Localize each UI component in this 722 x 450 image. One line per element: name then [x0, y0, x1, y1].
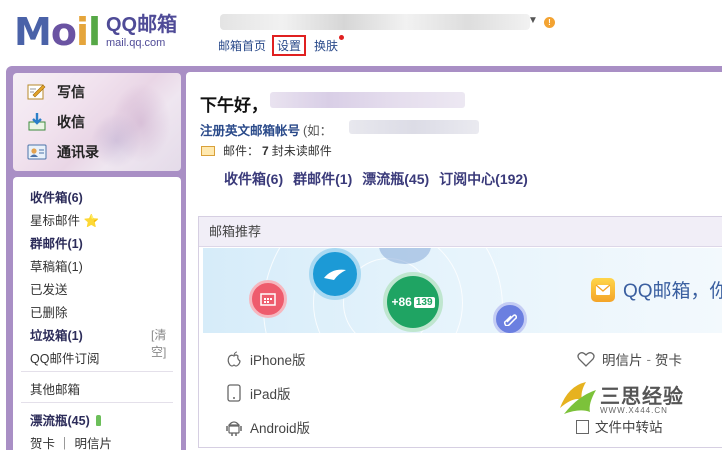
- unread-prefix: 邮件：: [223, 144, 260, 158]
- attachment-icon: [493, 302, 527, 333]
- nav-settings[interactable]: 设置: [272, 35, 307, 56]
- quick-link-inbox[interactable]: 收件箱(6): [224, 169, 283, 189]
- folder-inbox[interactable]: 收件箱(6): [30, 187, 83, 206]
- account-dropdown-icon[interactable]: ▼: [528, 15, 538, 26]
- rec-postcard-label: 明信片: [602, 353, 643, 368]
- contacts-button[interactable]: 通讯录: [27, 142, 99, 162]
- phone-number-icon: +86 139: [383, 272, 443, 332]
- folder-starred[interactable]: 星标邮件 ⭐: [30, 210, 99, 229]
- clear-spam-link[interactable]: [清空]: [151, 326, 181, 360]
- nav-mail-home[interactable]: 邮箱首页: [218, 37, 266, 54]
- sidebar-divider: [21, 371, 173, 372]
- tablet-icon: [224, 384, 244, 402]
- header: Moil QQ邮箱 mail.qq.com ▼ ! 邮箱首页 设置 换肤: [0, 0, 722, 66]
- receive-icon: [27, 112, 47, 132]
- watermark-subtitle: WWW.X444.CN: [600, 406, 668, 415]
- calendar-icon: [249, 280, 287, 318]
- receive-label: 收信: [57, 114, 85, 130]
- register-example-blurred: [349, 120, 479, 134]
- banner-number: +86: [391, 295, 412, 309]
- logo-url: mail.qq.com: [106, 37, 166, 49]
- sidebar-actions: 写信 收信 通讯录: [13, 73, 181, 171]
- mail-logo-mark: Moil: [14, 10, 101, 54]
- folder-drift-bottle[interactable]: 漂流瓶(45): [30, 410, 102, 429]
- bottle-bird-icon: [309, 248, 361, 300]
- account-name-blurred[interactable]: [220, 14, 530, 30]
- register-line: 注册英文邮箱帐号 (如：: [200, 120, 332, 139]
- folder-cards-postcards[interactable]: 贺卡 ｜ 明信片: [30, 433, 112, 450]
- heart-icon: [576, 351, 596, 367]
- folder-other-mailboxes[interactable]: 其他邮箱: [30, 379, 80, 398]
- compose-button[interactable]: 写信: [27, 82, 85, 102]
- recommend-title: 邮箱推荐: [199, 217, 722, 247]
- rec-file-transfer-label: 文件中转站: [595, 420, 663, 435]
- contacts-icon: [27, 142, 47, 162]
- site-watermark: 三思经验 WWW.X444.CN: [556, 378, 696, 420]
- banner-text: QQ邮箱，你: [623, 281, 722, 302]
- quick-link-drift-bottle[interactable]: 漂流瓶(45): [362, 169, 429, 189]
- logo-title: QQ邮箱: [106, 14, 178, 36]
- greeting: 下午好，: [200, 96, 268, 115]
- compose-label: 写信: [57, 84, 85, 100]
- unread-summary: 邮件： 7 封未读邮件: [201, 142, 332, 159]
- rec-ipad[interactable]: iPad版: [224, 383, 291, 403]
- quick-link-group-mail[interactable]: 群邮件(1): [293, 169, 352, 189]
- android-icon: [224, 418, 244, 436]
- rec-android-label: Android版: [250, 421, 311, 436]
- qq-mail-envelope-icon: [591, 278, 615, 302]
- banner-number-tail: 139: [413, 296, 435, 308]
- folder-quick-links: 收件箱(6) 群邮件(1) 漂流瓶(45) 订阅中心(192): [224, 169, 528, 189]
- recommend-banner[interactable]: +86 139 QQ邮箱，你: [203, 248, 722, 333]
- rec-android[interactable]: Android版: [224, 417, 310, 437]
- top-nav: 邮箱首页 设置 换肤: [218, 35, 346, 56]
- rec-greeting-card-label: 贺卡: [655, 353, 682, 368]
- folder-deleted[interactable]: 已删除: [30, 302, 68, 321]
- folder-spam[interactable]: 垃圾箱(1): [30, 325, 83, 344]
- qq-mail-logo[interactable]: Moil QQ邮箱 mail.qq.com: [14, 12, 177, 52]
- unread-count[interactable]: 7: [262, 144, 269, 158]
- receive-button[interactable]: 收信: [27, 112, 85, 132]
- bottle-icon: [96, 415, 102, 426]
- nav-change-skin[interactable]: 换肤: [314, 35, 345, 54]
- unread-suffix: 封未读邮件: [271, 144, 332, 158]
- file-transfer-icon: [576, 420, 589, 434]
- rec-postcard[interactable]: 明信片 - 贺卡: [576, 349, 682, 369]
- watermark-title: 三思经验: [600, 386, 684, 408]
- folder-sent[interactable]: 已发送: [30, 279, 68, 298]
- contacts-label: 通讯录: [57, 144, 99, 160]
- folder-group-mail[interactable]: 群邮件(1): [30, 233, 83, 252]
- drift-bottle-label: 漂流瓶(45): [30, 414, 90, 428]
- rec-ipad-label: iPad版: [250, 387, 291, 402]
- quick-link-subscription-center[interactable]: 订阅中心(192): [439, 169, 528, 189]
- register-english-account-link[interactable]: 注册英文邮箱帐号: [200, 124, 300, 138]
- envelope-icon: [201, 145, 215, 156]
- folder-list: 收件箱(6) 星标邮件 ⭐ 群邮件(1) 草稿箱(1) 已发送 已删除 垃圾箱(…: [13, 177, 181, 450]
- username-blurred: [270, 92, 465, 108]
- rec-iphone[interactable]: iPhone版: [224, 349, 306, 369]
- register-example: (如：: [303, 124, 333, 138]
- folder-qq-subscriptions[interactable]: QQ邮件订阅: [30, 348, 99, 367]
- sidebar-divider: [21, 402, 173, 403]
- notice-icon[interactable]: !: [544, 17, 555, 28]
- folder-drafts[interactable]: 草稿箱(1): [30, 256, 83, 275]
- watermark-logo-icon: [560, 382, 596, 414]
- rec-iphone-label: iPhone版: [250, 353, 306, 368]
- compose-icon: [27, 82, 47, 102]
- apple-icon: [224, 351, 244, 367]
